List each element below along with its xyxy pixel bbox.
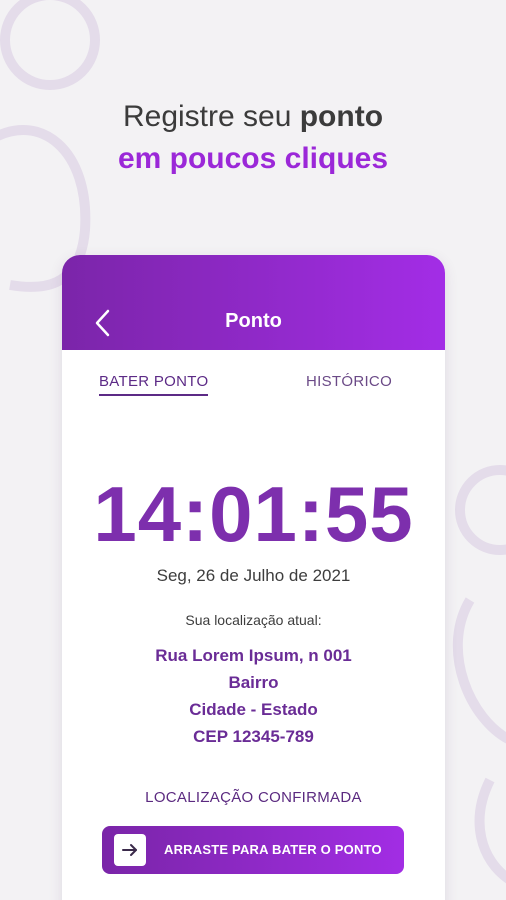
swipe-label: ARRASTE PARA BATER O PONTO (164, 842, 382, 857)
headline: Registre seu ponto em poucos cliques (0, 96, 506, 180)
location-status: LOCALIZAÇÃO CONFIRMADA (145, 789, 362, 806)
tab-bater-ponto[interactable]: BATER PONTO (99, 373, 209, 396)
swipe-handle[interactable] (114, 834, 146, 866)
headline-regular: Registre seu (122, 100, 292, 133)
arrow-right-icon (122, 844, 137, 856)
location-label: Sua localização atual: (185, 612, 322, 628)
address-zip: CEP 12345-789 (193, 727, 314, 746)
address-district: Bairro (228, 673, 279, 692)
date-label: Seg, 26 de Julho de 2021 (156, 566, 351, 585)
address-street: Rua Lorem Ipsum, n 001 (155, 646, 352, 665)
app-header: Ponto (62, 255, 445, 350)
address-city: Cidade - Estado (189, 700, 318, 719)
header-title: Ponto (225, 310, 282, 332)
tab-historico[interactable]: HISTÓRICO (306, 373, 392, 394)
headline-highlight: em poucos cliques (117, 142, 389, 175)
clock-display: 14:01:55 (93, 470, 414, 558)
swipe-to-punch-button[interactable]: ARRASTE PARA BATER O PONTO (102, 826, 404, 874)
phone-card: Ponto BATER PONTO HISTÓRICO 14:01:55 Seg… (62, 255, 445, 900)
address-block: Rua Lorem Ipsum, n 001 Bairro Cidade - E… (62, 642, 445, 750)
headline-bold: ponto (299, 100, 384, 133)
tab-bar: BATER PONTO HISTÓRICO (62, 373, 445, 403)
